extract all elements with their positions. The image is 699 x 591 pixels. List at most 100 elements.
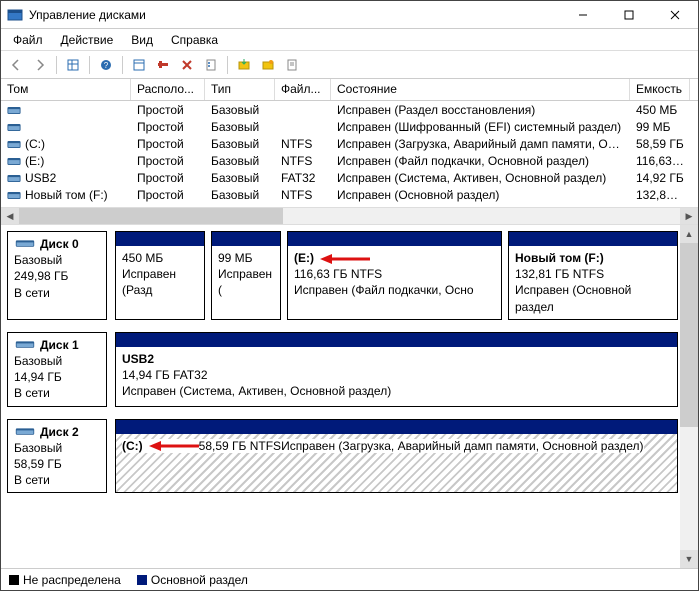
col-layout[interactable]: Располо... [131, 79, 205, 100]
horizontal-scrollbar[interactable]: ◀ ▶ [1, 207, 698, 225]
scroll-up-icon[interactable]: ▲ [680, 225, 698, 243]
disk-type: Базовый [14, 440, 100, 456]
volume-layout: Простой [131, 137, 205, 151]
partition-title: Новый том (F:) [515, 251, 604, 265]
scroll-thumb[interactable] [680, 243, 698, 427]
volume-type: Базовый [205, 188, 275, 202]
volume-status: Исправен (Основной раздел) [331, 188, 630, 202]
scroll-left-icon[interactable]: ◀ [1, 208, 19, 224]
menu-help[interactable]: Справка [163, 31, 226, 49]
partition-size: 58,59 ГБ NTFS [199, 439, 281, 453]
volume-type: Базовый [205, 171, 275, 185]
volume-fs: NTFS [275, 137, 331, 151]
col-volume[interactable]: Том [1, 79, 131, 100]
partition[interactable]: 99 МБИсправен ( [211, 231, 281, 320]
col-status[interactable]: Состояние [331, 79, 630, 100]
volume-type: Базовый [205, 120, 275, 134]
volume-layout: Простой [131, 188, 205, 202]
scroll-thumb[interactable] [19, 208, 283, 224]
disk-label[interactable]: Диск 1Базовый14,94 ГБВ сети [7, 332, 107, 407]
action-button-2[interactable] [257, 54, 279, 76]
partition-stripe [288, 232, 501, 246]
maximize-button[interactable] [606, 1, 652, 28]
volume-capacity: 58,59 ГБ [630, 137, 690, 151]
volume-row[interactable]: USB2ПростойБазовыйFAT32Исправен (Система… [1, 169, 698, 186]
menu-view[interactable]: Вид [123, 31, 161, 49]
col-type[interactable]: Тип [205, 79, 275, 100]
minimize-button[interactable] [560, 1, 606, 28]
volume-name: USB2 [25, 171, 56, 185]
disk-row: Диск 1Базовый14,94 ГБВ сетиUSB214,94 ГБ … [7, 332, 678, 407]
partition-status: Исправен (Файл подкачки, Осно [294, 282, 495, 298]
menu-file[interactable]: Файл [5, 31, 51, 49]
volume-row[interactable]: Новый том (F:)ПростойБазовыйNTFSИсправен… [1, 186, 698, 203]
volume-capacity: 99 МБ [630, 120, 690, 134]
volume-type: Базовый [205, 154, 275, 168]
partition-status: Исправен ( [218, 266, 274, 298]
partition[interactable]: USB214,94 ГБ FAT32Исправен (Система, Акт… [115, 332, 678, 407]
graphical-view: Диск 0Базовый249,98 ГБВ сети450 МБИсправ… [1, 225, 698, 568]
volume-layout: Простой [131, 171, 205, 185]
partition-stripe [116, 420, 677, 434]
action-button-1[interactable] [233, 54, 255, 76]
disk-name: Диск 2 [40, 425, 79, 439]
close-button[interactable] [652, 1, 698, 28]
volume-status: Исправен (Система, Активен, Основной раз… [331, 171, 630, 185]
col-fs[interactable]: Файл... [275, 79, 331, 100]
col-capacity[interactable]: Емкость [630, 79, 690, 100]
partition[interactable]: (C:)58,59 ГБ NTFSИсправен (Загрузка, Ава… [115, 419, 678, 494]
volume-fs: NTFS [275, 154, 331, 168]
menu-action[interactable]: Действие [53, 31, 122, 49]
partition-status: Исправен (Система, Активен, Основной раз… [122, 383, 671, 399]
scroll-right-icon[interactable]: ▶ [680, 208, 698, 224]
partition-status: Исправен (Основной раздел [515, 282, 671, 314]
volume-row[interactable]: ПростойБазовыйИсправен (Шифрованный (EFI… [1, 118, 698, 135]
disk-online: В сети [14, 385, 100, 401]
forward-button[interactable] [29, 54, 51, 76]
partition-stripe [212, 232, 280, 246]
volume-capacity: 14,92 ГБ [630, 171, 690, 185]
vertical-scrollbar[interactable]: ▲ ▼ [680, 225, 698, 568]
partition-size: 14,94 ГБ FAT32 [122, 367, 671, 383]
app-icon [7, 7, 23, 23]
volume-type: Базовый [205, 103, 275, 117]
disk-label[interactable]: Диск 2Базовый58,59 ГБВ сети [7, 419, 107, 494]
action-button-3[interactable] [281, 54, 303, 76]
partition-stripe [509, 232, 677, 246]
disk-type: Базовый [14, 353, 100, 369]
disk-size: 249,98 ГБ [14, 268, 100, 284]
partition-title: (E:) [294, 251, 314, 265]
volume-capacity: 116,63 ГБ [630, 154, 690, 168]
volume-capacity: 450 МБ [630, 103, 690, 117]
disk-row: Диск 2Базовый58,59 ГБВ сети (C:) 58,59 ГБ … [7, 419, 678, 494]
volume-layout: Простой [131, 120, 205, 134]
delete-button[interactable] [176, 54, 198, 76]
volume-row[interactable]: (C:)ПростойБазовыйNTFSИсправен (Загрузка… [1, 135, 698, 152]
red-arrow-icon [320, 253, 370, 265]
properties-button[interactable] [200, 54, 222, 76]
partition-title: (C:) [122, 439, 143, 453]
disk-row: Диск 0Базовый249,98 ГБВ сети450 МБИсправ… [7, 231, 678, 320]
settings-button[interactable] [152, 54, 174, 76]
volume-row[interactable]: ПростойБазовыйИсправен (Раздел восстанов… [1, 101, 698, 118]
partition[interactable]: 450 МБИсправен (Разд [115, 231, 205, 320]
volume-capacity: 132,81 ГБ [630, 188, 690, 202]
disk-label[interactable]: Диск 0Базовый249,98 ГБВ сети [7, 231, 107, 320]
volume-layout: Простой [131, 103, 205, 117]
window-title: Управление дисками [29, 8, 560, 22]
partition-size: 450 МБ [122, 250, 198, 266]
help-button[interactable]: ? [95, 54, 117, 76]
partition-status: Исправен (Разд [122, 266, 198, 298]
refresh-button[interactable] [128, 54, 150, 76]
view-list-button[interactable] [62, 54, 84, 76]
scroll-down-icon[interactable]: ▼ [680, 550, 698, 568]
disk-size: 14,94 ГБ [14, 369, 100, 385]
volume-row[interactable]: (E:)ПростойБазовыйNTFSИсправен (Файл под… [1, 152, 698, 169]
disk-name: Диск 0 [40, 237, 79, 251]
partition[interactable]: Новый том (F:)132,81 ГБ NTFSИсправен (Ос… [508, 231, 678, 320]
volume-name: Новый том (F:) [25, 188, 108, 202]
svg-text:?: ? [104, 61, 109, 70]
volume-name: (E:) [25, 154, 44, 168]
back-button[interactable] [5, 54, 27, 76]
partition[interactable]: (E:)116,63 ГБ NTFSИсправен (Файл подкачк… [287, 231, 502, 320]
